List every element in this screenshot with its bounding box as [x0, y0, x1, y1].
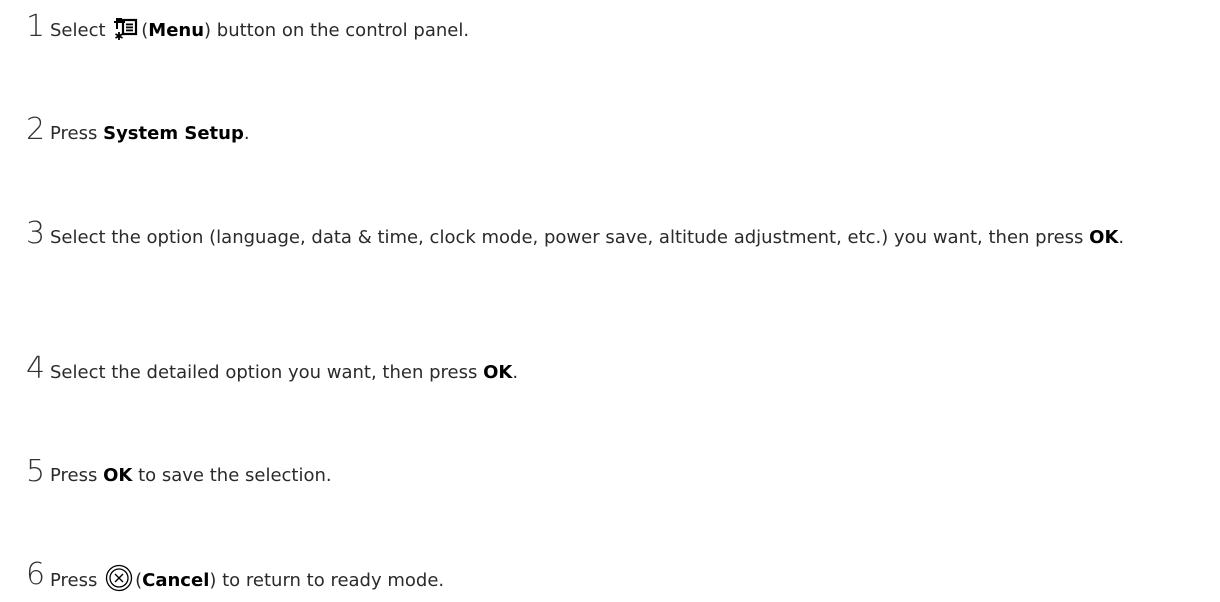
- step-text-before: Select the option (language, data & time…: [50, 227, 1090, 248]
- system-setup-label: System Setup: [103, 123, 244, 144]
- step-text-before: Press: [50, 570, 104, 591]
- step-text-after: ) button on the control panel.: [204, 20, 470, 41]
- step-text: Select (Menu) button on the control pane…: [50, 16, 1200, 52]
- step-text: Select the detailed option you want, the…: [50, 358, 1200, 388]
- step-text-before: Select: [50, 20, 112, 41]
- menu-icon: [113, 16, 139, 52]
- ok-label: OK: [483, 362, 513, 383]
- menu-label: Menu: [148, 20, 205, 41]
- step-text: Select the option (language, data & time…: [50, 223, 1200, 253]
- step-text-after: .: [243, 123, 250, 144]
- step-text-before: Press: [50, 465, 104, 486]
- cancel-icon: [105, 564, 133, 602]
- step-number: 3: [26, 216, 46, 251]
- ok-label: OK: [1089, 227, 1119, 248]
- step-text-after: ) to return to ready mode.: [209, 570, 445, 591]
- step-text: Press (Cancel) to return to ready mode.: [50, 564, 1200, 602]
- step-text-after: .: [1118, 227, 1125, 248]
- step-number: 4: [26, 351, 46, 386]
- step-text: Press System Setup.: [50, 119, 1200, 149]
- step-text-after: .: [512, 362, 519, 383]
- ok-label: OK: [103, 465, 133, 486]
- step-text-before: Press: [50, 123, 104, 144]
- step-number: 1: [26, 9, 46, 44]
- cancel-label: Cancel: [142, 570, 210, 591]
- step-number: 2: [26, 112, 46, 147]
- step-text-after: to save the selection.: [132, 465, 332, 486]
- step-number: 5: [26, 454, 46, 489]
- step-text: Press OK to save the selection.: [50, 461, 1200, 491]
- step-number: 6: [26, 557, 46, 592]
- step-text-before: Select the detailed option you want, the…: [50, 362, 484, 383]
